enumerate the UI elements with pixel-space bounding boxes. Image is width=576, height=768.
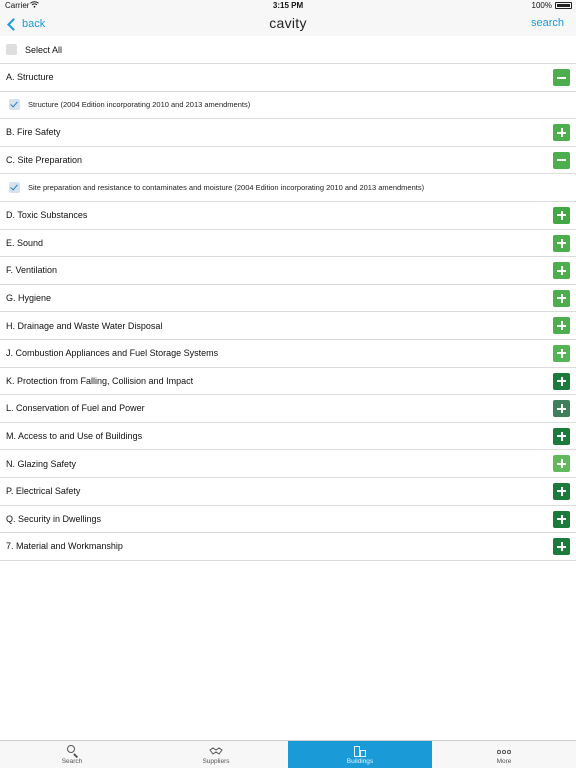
- subsection-checkbox[interactable]: [9, 182, 20, 194]
- handshake-icon: [209, 744, 223, 758]
- expand-icon[interactable]: [553, 289, 570, 307]
- section-title: D. Toxic Substances: [6, 210, 88, 221]
- section-title: B. Fire Safety: [6, 127, 61, 138]
- section-row[interactable]: B. Fire Safety: [0, 119, 576, 147]
- section-row[interactable]: J. Combustion Appliances and Fuel Storag…: [0, 340, 576, 368]
- tab-suppliers[interactable]: Suppliers: [144, 741, 288, 768]
- tab-label: Suppliers: [202, 758, 230, 765]
- collapse-icon[interactable]: [553, 69, 570, 86]
- section-row[interactable]: P. Electrical Safety: [0, 478, 576, 506]
- section-title: K. Protection from Falling, Collision an…: [6, 375, 194, 386]
- section-row[interactable]: N. Glazing Safety: [0, 450, 576, 478]
- section-title: N. Glazing Safety: [6, 458, 77, 469]
- tab-label: More: [496, 758, 512, 765]
- subsection-checkbox[interactable]: [9, 99, 20, 111]
- battery-percent: 100%: [531, 1, 552, 10]
- more-icon: [497, 744, 511, 758]
- battery-icon: [555, 2, 572, 9]
- tab-bar: Search Suppliers Buildings More: [0, 740, 576, 768]
- status-time: 3:15 PM: [272, 1, 304, 10]
- expand-icon[interactable]: [553, 400, 570, 418]
- section-row[interactable]: F. Ventilation: [0, 257, 576, 285]
- expand-icon[interactable]: [553, 538, 570, 556]
- expand-icon[interactable]: [553, 206, 570, 224]
- section-title: C. Site Preparation: [6, 155, 83, 166]
- expand-icon[interactable]: [553, 262, 570, 280]
- expand-icon[interactable]: [553, 317, 570, 335]
- expand-icon[interactable]: [553, 234, 570, 252]
- section-title: E. Sound: [6, 237, 44, 248]
- section-title: J. Combustion Appliances and Fuel Storag…: [6, 348, 219, 359]
- expand-icon[interactable]: [553, 482, 570, 500]
- expand-icon[interactable]: [553, 372, 570, 390]
- select-all-row[interactable]: Select All: [0, 36, 576, 64]
- subsection-row[interactable]: Site preparation and resistance to conta…: [0, 174, 576, 202]
- section-title: P. Electrical Safety: [6, 486, 81, 497]
- tab-search[interactable]: Search: [0, 741, 144, 768]
- expand-icon[interactable]: [553, 455, 570, 473]
- expand-icon[interactable]: [553, 344, 570, 362]
- subsection-row[interactable]: Structure (2004 Edition incorporating 20…: [0, 91, 576, 120]
- expand-icon[interactable]: [553, 427, 570, 445]
- section-row[interactable]: 7. Material and Workmanship: [0, 533, 576, 561]
- subsection-label: Structure (2004 Edition incorporating 20…: [28, 100, 251, 110]
- section-title: 7. Material and Workmanship: [6, 541, 123, 552]
- section-title: M. Access to and Use of Buildings: [6, 431, 143, 442]
- section-title: G. Hygiene: [6, 293, 52, 304]
- status-bar: Carrier 3:15 PM 100%: [0, 0, 576, 12]
- section-title: A. Structure: [6, 72, 54, 83]
- collapse-icon[interactable]: [553, 151, 570, 169]
- regulations-list: Select All A. Structure Structure (2004 E…: [0, 36, 576, 561]
- expand-icon[interactable]: [553, 124, 570, 142]
- section-row[interactable]: G. Hygiene: [0, 285, 576, 313]
- section-row[interactable]: K. Protection from Falling, Collision an…: [0, 368, 576, 396]
- section-row[interactable]: H. Drainage and Waste Water Disposal: [0, 312, 576, 340]
- section-row[interactable]: C. Site Preparation: [0, 147, 576, 175]
- expand-icon[interactable]: [553, 510, 570, 528]
- section-title: H. Drainage and Waste Water Disposal: [6, 320, 163, 331]
- select-all-label: Select All: [25, 44, 63, 55]
- tab-label: Search: [61, 758, 83, 765]
- section-row[interactable]: Q. Security in Dwellings: [0, 506, 576, 534]
- section-row[interactable]: D. Toxic Substances: [0, 202, 576, 230]
- buildings-icon: [353, 744, 367, 758]
- page-title: cavity: [269, 15, 307, 31]
- section-title: Q. Security in Dwellings: [6, 513, 102, 524]
- section-title: F. Ventilation: [6, 265, 58, 276]
- section-row[interactable]: E. Sound: [0, 230, 576, 258]
- section-row[interactable]: M. Access to and Use of Buildings: [0, 423, 576, 451]
- search-icon: [65, 744, 79, 758]
- subsection-label: Site preparation and resistance to conta…: [28, 183, 425, 193]
- select-all-checkbox[interactable]: [6, 44, 17, 55]
- section-title: L. Conservation of Fuel and Power: [6, 403, 145, 414]
- section-row[interactable]: A. Structure: [0, 64, 576, 92]
- tab-buildings[interactable]: Buildings: [288, 741, 432, 768]
- navigation-bar: back cavity search: [0, 12, 576, 36]
- search-button[interactable]: search: [531, 17, 564, 29]
- tab-label: Buildings: [346, 758, 374, 765]
- section-row[interactable]: L. Conservation of Fuel and Power: [0, 395, 576, 423]
- tab-more[interactable]: More: [432, 741, 576, 768]
